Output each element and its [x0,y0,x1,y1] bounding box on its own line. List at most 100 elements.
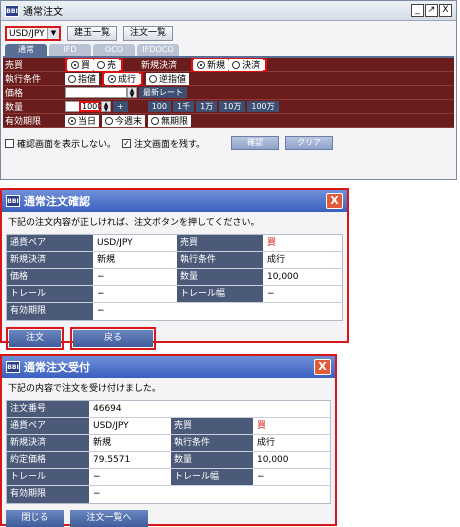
currency-pair-select[interactable]: USD/JPY ▼ [5,26,61,41]
qty-preset-10k[interactable]: 1万 [196,101,218,112]
back-button[interactable]: 戻る [73,330,153,347]
restore-icon[interactable]: ↗ [425,4,438,17]
positions-list-button[interactable]: 建玉一覧 [67,26,118,41]
confirm-message: 下記の注文内容が正しければ、注文ボタンを押してください。 [8,218,260,228]
close-radio-label: 決済 [242,61,261,71]
order-number-value: 46694 [89,401,330,417]
table-row: 価格 − 数量 10,000 [7,269,342,286]
buy-radio[interactable]: 買 [68,58,94,71]
table-row: トレール − トレール幅 − [7,286,342,303]
close-icon[interactable]: X [439,4,452,17]
newclose-label: 新規決済 [141,61,178,71]
close-radio[interactable]: 決済 [229,58,264,71]
radio-icon [105,116,114,125]
table-row: 注文番号 46694 [7,401,330,418]
price-input[interactable] [65,87,127,98]
quantity-input[interactable]: 10000 [79,101,107,112]
quantity-spinner[interactable]: ▲ ▼ [101,101,111,113]
order-window-title: 通常注文 [23,7,63,18]
field-value: − [93,303,342,320]
field-label: トレール [7,469,89,485]
app-logo-icon: BBI [5,4,19,17]
buysell-label: 売買 [5,61,24,71]
field-label: 価格 [7,269,93,285]
radio-icon [151,116,160,125]
qty-preset-1m[interactable]: 100万 [247,101,279,112]
receipt-window-titlebar[interactable]: BBI 通常注文受付 X [2,356,335,378]
tab-oco[interactable]: OCO [93,44,135,56]
minimize-icon[interactable]: _ [411,4,424,17]
field-label: 数量 [177,269,263,285]
receipt-details-table: 注文番号 46694 通貨ペア USD/JPY 売買 買 新規決済 新規 執行条… [6,400,331,504]
order-type-tabs: 通常 IFD OCO IFDOCO [1,44,456,56]
price-spinner[interactable]: ▲ ▼ [127,87,137,99]
back-button-frame: 戻る [70,327,156,350]
today-radio[interactable]: 当日 [65,114,100,127]
confirm-window-titlebar[interactable]: BBI 通常注文確認 X [2,190,347,212]
price-label: 価格 [5,89,24,99]
field-label: トレール幅 [171,469,253,485]
tab-ifdoco[interactable]: IFDOCO [137,44,179,56]
table-row: 通貨ペア USD/JPY 売買 買 [7,235,342,252]
order-button[interactable]: 注文 [9,330,61,347]
field-value: 新規 [89,435,171,451]
field-value: 10,000 [263,269,342,285]
field-value: 成行 [263,252,342,268]
field-value: − [263,286,342,302]
expiry-label: 有効期限 [5,117,42,127]
order-window-titlebar[interactable]: BBI 通常注文 _ ↗ X [1,1,456,21]
confirm-window-title: 通常注文確認 [24,195,90,208]
this-week-radio[interactable]: 今週末 [102,114,146,127]
field-value: 新規 [93,252,177,268]
quantity-input-left[interactable] [65,101,79,112]
stop-radio[interactable]: 逆指値 [146,72,190,85]
today-radio-label: 当日 [78,117,97,127]
market-radio[interactable]: 成行 [105,72,140,85]
condition-label: 執行条件 [5,75,42,85]
sell-radio[interactable]: 売 [94,58,120,71]
radio-icon [149,74,158,83]
latest-rate-button[interactable]: 最新レート [139,87,187,98]
limit-radio[interactable]: 指値 [65,72,100,85]
confirm-button[interactable]: 確認 [231,136,280,150]
order-button-frame: 注文 [6,327,64,350]
tab-normal[interactable]: 通常 [5,44,47,56]
close-icon[interactable]: X [314,359,331,375]
table-row: 新規決済 新規 執行条件 成行 [7,252,342,269]
field-label: 通貨ペア [7,235,93,251]
radio-icon [232,60,241,69]
field-value: USD/JPY [89,418,171,434]
field-label: 数量 [171,452,253,468]
field-label: 約定価格 [7,452,89,468]
radio-icon [97,60,106,69]
confirm-details-table: 通貨ペア USD/JPY 売買 買 新規決済 新規 執行条件 成行 価格 − 数… [6,234,343,321]
stop-radio-label: 逆指値 [159,75,187,85]
qty-preset-100[interactable]: 100 [147,101,171,112]
field-value: USD/JPY [93,235,177,251]
new-radio[interactable]: 新規 [194,58,229,71]
field-label: 新規決済 [7,435,89,451]
close-icon[interactable]: X [326,193,343,209]
clear-button[interactable]: クリア [285,136,334,150]
keep-screen-checkbox[interactable]: ✓ 注文画面を残す。 [122,137,205,150]
radio-selected-icon [108,74,117,83]
indefinite-radio-label: 無期限 [161,117,189,127]
order-list-button[interactable]: 注文一覧へ [70,510,148,527]
orders-list-button[interactable]: 注文一覧 [123,26,174,41]
receipt-message: 下記の内容で注文を受け付けました。 [8,384,162,394]
quantity-plus-button[interactable]: + [113,101,128,112]
checkmark-icon: ✓ [122,138,132,148]
table-row: トレール − トレール幅 − [7,469,330,486]
field-value: 79.5571 [89,452,171,468]
qty-preset-1k[interactable]: 1千 [172,101,195,112]
order-form: 売買 買 売 新規決済 新規 決済 執行条件 指値 成行 逆指値 価格 ▲ ▼ 最… [3,56,454,128]
limit-radio-label: 指値 [78,75,97,85]
field-label: トレール [7,286,93,302]
indefinite-radio[interactable]: 無期限 [148,114,192,127]
field-label: 有効期限 [7,486,89,503]
field-label: 執行条件 [177,252,263,268]
qty-preset-100k[interactable]: 10万 [219,101,246,112]
close-button[interactable]: 閉じる [6,510,64,527]
tab-ifd[interactable]: IFD [49,44,91,56]
no-confirm-checkbox[interactable]: 確認画面を表示しない。 [5,137,116,150]
